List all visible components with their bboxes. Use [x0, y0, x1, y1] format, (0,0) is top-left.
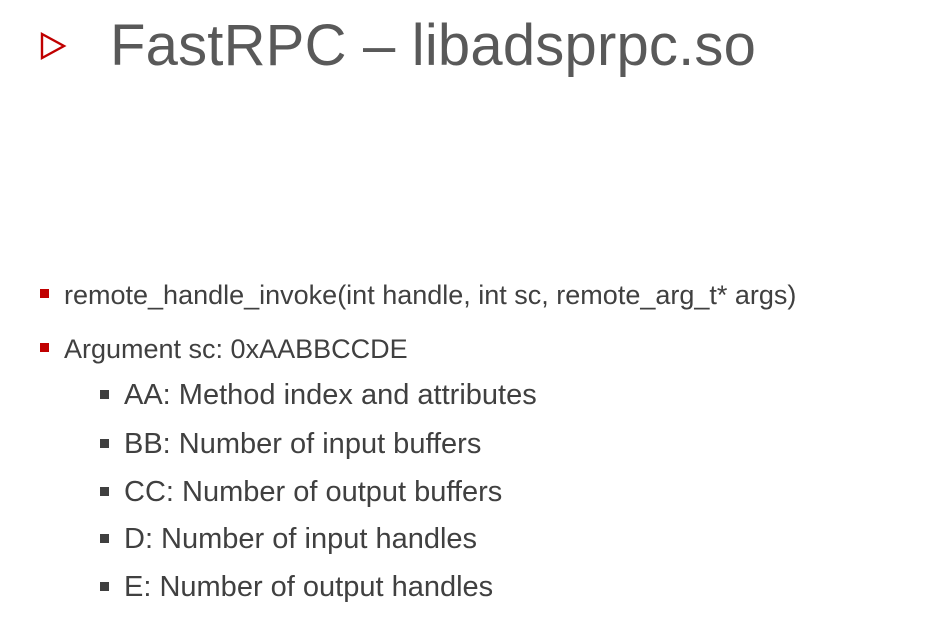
square-bullet-icon	[100, 487, 109, 496]
bullet-text: remote_handle_invoke(int handle, int sc,…	[64, 280, 797, 310]
square-bullet-icon	[40, 289, 49, 298]
sub-bullet-item: D: Number of input handles	[100, 522, 700, 556]
sub-bullet-text: CC: Number of output buffers	[124, 476, 503, 508]
sub-bullet-text: D: Number of input handles	[124, 523, 478, 555]
square-bullet-icon	[100, 534, 109, 543]
sub-bullet-text: E: Number of output handles	[124, 571, 494, 603]
sub-bullet-item: CC: Number of output buffers	[100, 475, 700, 509]
bullet-text: Argument sc: 0xAABBCCDE	[64, 334, 408, 364]
square-bullet-icon	[100, 439, 109, 448]
bullet-item: remote_handle_invoke(int handle, int sc,…	[40, 279, 920, 311]
bullet-list: remote_handle_invoke(int handle, int sc,…	[0, 0, 933, 641]
square-bullet-icon	[100, 390, 109, 399]
bullet-item: Argument sc: 0xAABBCCDE	[40, 333, 640, 365]
sub-bullet-item: E: Number of output handles	[100, 570, 700, 604]
sub-bullet-text: BB: Number of input buffers	[124, 428, 482, 460]
sub-bullet-item: AA: Method index and attributes	[100, 378, 700, 412]
sub-bullet-item: BB: Number of input buffers	[100, 427, 700, 461]
square-bullet-icon	[40, 343, 49, 352]
square-bullet-icon	[100, 582, 109, 591]
sub-bullet-text: AA: Method index and attributes	[124, 379, 537, 411]
